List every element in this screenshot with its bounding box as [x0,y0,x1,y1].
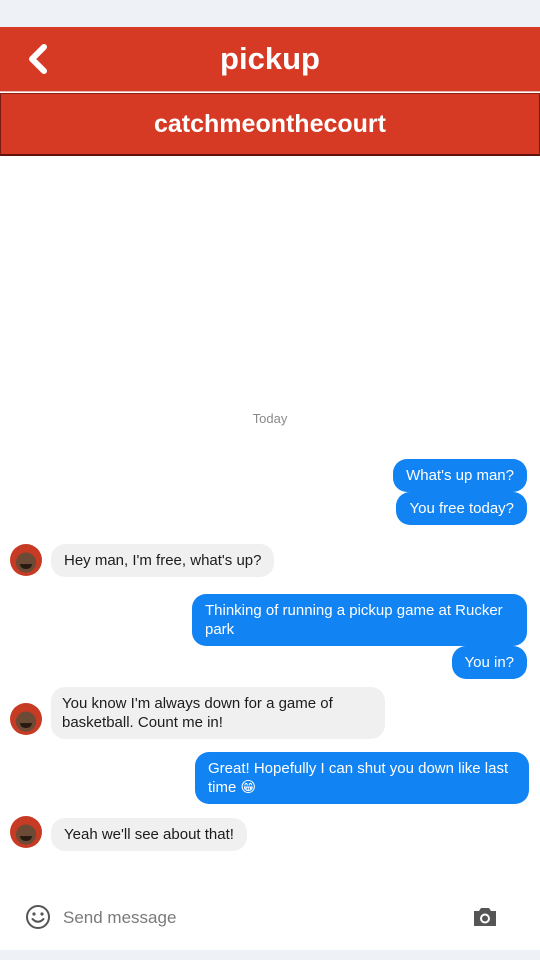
camera-icon [474,908,496,926]
message-incoming[interactable]: You know I'm always down for a game of b… [51,687,385,739]
message-incoming[interactable]: Yeah we'll see about that! [51,818,247,851]
date-separator: Today [252,411,288,426]
avatar[interactable] [10,816,42,848]
message-outgoing[interactable]: Thinking of running a pickup game at Ruc… [192,594,527,646]
camera-button[interactable] [471,904,499,930]
smiley-icon [26,905,50,929]
message-text: What's up man? [406,467,514,484]
chat-title: pickup [220,41,320,76]
grin-emoji-icon: 😁 [240,779,257,796]
message-input[interactable] [63,902,443,934]
message-composer [0,890,540,950]
message-outgoing[interactable]: You in? [451,646,527,679]
avatar[interactable] [10,544,42,576]
status-bar [0,0,540,27]
message-outgoing[interactable]: Great! Hopefully I can shut you down lik… [195,752,529,804]
message-text: You know I'm always down for a game of b… [62,695,333,731]
message-text: You in? [464,654,515,671]
app-header: pickup [0,27,540,92]
message-incoming[interactable]: Hey man, I'm free, what's up? [51,544,275,577]
message-text: Thinking of running a pickup game at Ruc… [205,602,503,638]
message-text: Hey man, I'm free, what's up? [64,552,262,569]
avatar[interactable] [10,703,42,735]
navigation-strip [0,950,540,960]
message-outgoing[interactable]: You free today? [396,492,527,525]
message-text: You free today? [409,500,514,517]
message-outgoing[interactable]: What's up man? [393,459,527,492]
emoji-button[interactable] [25,904,51,930]
message-text: Yeah we'll see about that! [64,826,234,843]
chat-subtitle: catchmeonthecourt [154,110,386,138]
chat-subtitle-bar[interactable]: catchmeonthecourt [0,93,540,156]
